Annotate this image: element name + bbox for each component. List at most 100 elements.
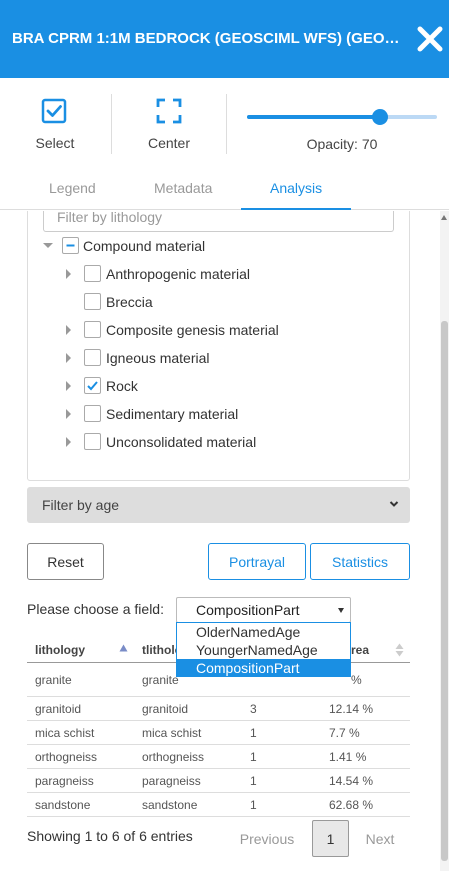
panel-header: BRA CPRM 1:1M BEDROCK (GEOSCIML WFS) (GE…: [0, 0, 449, 78]
close-button[interactable]: [415, 24, 445, 54]
tree-item-checkbox[interactable]: [84, 265, 101, 282]
cell-count: 1: [250, 726, 257, 740]
caret-right-icon[interactable]: [66, 381, 71, 391]
caret-right-icon[interactable]: [66, 325, 71, 335]
tree-item-label: Anthropogenic material: [106, 266, 250, 282]
cell-area: 7.7 %: [329, 726, 360, 740]
scrollbar-thumb[interactable]: [441, 321, 448, 861]
field-option-younger-named-age[interactable]: YoungerNamedAge: [177, 641, 350, 659]
column-header-area[interactable]: rea: [351, 643, 369, 657]
caret-right-icon[interactable]: [66, 409, 71, 419]
toolbar: Select Center Opacity: 70: [0, 78, 449, 168]
opacity-slider-thumb[interactable]: [372, 109, 388, 125]
cell-lithology: mica schist: [35, 726, 95, 740]
tree-item: Composite genesis material: [28, 319, 388, 341]
entries-info: Showing 1 to 6 of 6 entries: [27, 828, 193, 844]
scroll-up-icon[interactable]: [441, 215, 447, 220]
cell-lithology: paragneiss: [35, 774, 94, 788]
reset-button[interactable]: Reset: [27, 543, 104, 580]
age-filter-label: Filter by age: [42, 497, 120, 513]
tab-analysis[interactable]: Analysis: [270, 180, 322, 196]
check-icon: [87, 381, 98, 391]
tree-item: Igneous material: [28, 347, 388, 369]
cell-count: 1: [250, 774, 257, 788]
tree-item-label: Unconsolidated material: [106, 434, 257, 450]
caret-down-icon[interactable]: [43, 243, 53, 248]
table-row: sandstone sandstone 1 62.68 %: [27, 793, 410, 817]
field-select[interactable]: CompositionPart: [176, 597, 351, 623]
portrayal-button[interactable]: Portrayal: [208, 543, 306, 580]
tree-item-checkbox[interactable]: [84, 377, 101, 394]
tree-item-checkbox[interactable]: [84, 349, 101, 366]
tab-metadata[interactable]: Metadata: [154, 180, 212, 196]
statistics-button[interactable]: Statistics: [310, 543, 410, 580]
cell-tlithology: sandstone: [142, 798, 198, 812]
opacity-label: Opacity: 70: [306, 136, 378, 152]
center-tool-button[interactable]: Center: [112, 78, 226, 168]
table-row: paragneiss paragneiss 1 14.54 %: [27, 769, 410, 793]
cell-tlithology: granitoid: [142, 702, 189, 716]
tree-item-checkbox[interactable]: [84, 321, 101, 338]
tree-item-checkbox[interactable]: [84, 405, 101, 422]
cell-tlithology: orthogneiss: [142, 750, 205, 764]
field-option-composition-part[interactable]: CompositionPart: [177, 659, 350, 677]
close-icon: [417, 26, 443, 52]
sort-both-icon[interactable]: [395, 643, 404, 657]
select-label: Select: [35, 135, 75, 151]
layer-title: BRA CPRM 1:1M BEDROCK (GEOSCIML WFS) (GE…: [12, 30, 407, 47]
content-scrollbar[interactable]: [440, 211, 449, 871]
tree-root-label: Compound material: [83, 238, 206, 254]
cell-count: 1: [250, 750, 257, 764]
caret-right-icon[interactable]: [66, 353, 71, 363]
tree-item-checkbox[interactable]: [84, 433, 101, 450]
active-tab-indicator: [241, 208, 351, 210]
field-select-label: Please choose a field:: [27, 601, 164, 617]
cell-lithology: sandstone: [35, 798, 91, 812]
table-row: granitoid granitoid 3 12.14 %: [27, 697, 410, 721]
dropdown-arrow-icon: [338, 608, 344, 613]
cell-area: 14.54 %: [329, 774, 374, 788]
tree-item: Sedimentary material: [28, 403, 388, 425]
chevron-down-icon: [389, 501, 399, 507]
caret-right-icon[interactable]: [66, 269, 71, 279]
next-page-button[interactable]: Next: [356, 820, 404, 857]
cell-tlithology: granite: [142, 673, 179, 687]
select-tool-button[interactable]: Select: [0, 78, 110, 168]
tab-legend[interactable]: Legend: [49, 180, 96, 196]
tree-item: Breccia: [28, 291, 388, 313]
tab-bar: Legend Metadata Analysis: [0, 170, 449, 210]
tree-item-label: Composite genesis material: [106, 322, 279, 338]
tree-item-label: Igneous material: [106, 350, 210, 366]
checkbox-select-icon: [41, 98, 67, 124]
analysis-content: Filter by lithology Compound material An…: [0, 211, 440, 871]
previous-page-button[interactable]: Previous: [232, 820, 302, 857]
center-label: Center: [147, 135, 191, 151]
field-option-older-named-age[interactable]: OlderNamedAge: [177, 623, 350, 641]
tree-item-label: Breccia: [106, 294, 153, 310]
opacity-slider[interactable]: [247, 109, 437, 125]
table-row: mica schist mica schist 1 7.7 %: [27, 721, 410, 745]
fullscreen-center-icon: [156, 98, 182, 124]
caret-right-icon[interactable]: [66, 437, 71, 447]
cell-count: 1: [250, 798, 257, 812]
tree-root-row: Compound material: [28, 235, 388, 257]
field-select-value: CompositionPart: [196, 602, 300, 618]
lithology-tree-panel: Filter by lithology Compound material An…: [27, 211, 410, 481]
sort-ascending-icon[interactable]: [119, 644, 128, 652]
page-1-button[interactable]: 1: [312, 820, 349, 857]
column-header-lithology[interactable]: lithology: [35, 643, 85, 657]
cell-count: 3: [250, 702, 257, 716]
cell-area: %: [351, 673, 362, 687]
field-dropdown-list: OlderNamedAge YoungerNamedAge Compositio…: [176, 622, 351, 677]
tree-item-checkbox[interactable]: [84, 293, 101, 310]
toolbar-divider: [226, 94, 227, 154]
age-filter-toggle[interactable]: Filter by age: [27, 487, 410, 523]
tree-item: Unconsolidated material: [28, 431, 388, 453]
tree-item-label: Sedimentary material: [106, 406, 239, 422]
tree-root-checkbox[interactable]: [62, 237, 79, 254]
cell-area: 62.68 %: [329, 798, 374, 812]
minus-icon: [66, 244, 75, 247]
tree-item: Anthropogenic material: [28, 263, 388, 285]
lithology-filter-input[interactable]: Filter by lithology: [43, 211, 394, 232]
tree-item: Rock: [28, 375, 388, 397]
